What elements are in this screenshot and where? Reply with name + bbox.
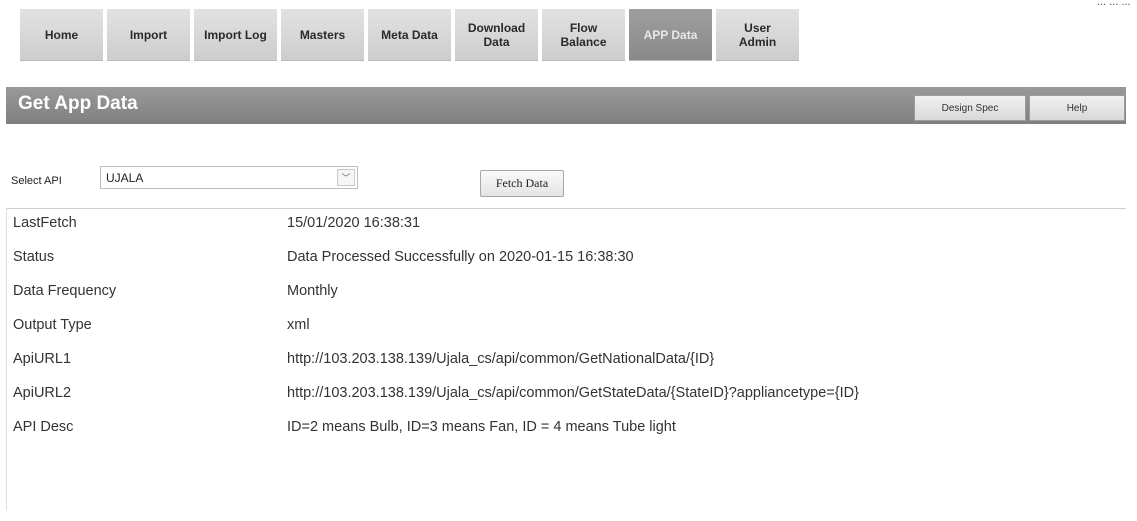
detail-key: Status (13, 249, 55, 265)
detail-value: http://103.203.138.139/Ujala_cs/api/comm… (287, 385, 859, 401)
nav-flow-balance[interactable]: Flow Balance (542, 9, 625, 61)
nav-home[interactable]: Home (20, 9, 103, 61)
nav-masters[interactable]: Masters (281, 9, 364, 61)
detail-row-api-desc: API Desc ID=2 means Bulb, ID=3 means Fan… (7, 419, 1117, 443)
page-title-bar: Get App Data Design Spec Help (6, 87, 1126, 124)
detail-key: ApiURL2 (13, 385, 72, 401)
detail-key: API Desc (13, 419, 74, 435)
nav-import-log[interactable]: Import Log (194, 9, 277, 61)
detail-key: ApiURL1 (13, 351, 72, 367)
detail-row-last-fetch: LastFetch 15/01/2020 16:38:31 (7, 215, 1117, 239)
detail-key: Output Type (13, 317, 92, 333)
nav-import[interactable]: Import (107, 9, 190, 61)
api-details-panel: LastFetch 15/01/2020 16:38:31 Status Dat… (6, 208, 1126, 510)
select-api-dropdown[interactable]: UJALA ﹀ (100, 166, 358, 189)
main-nav: Home Import Import Log Masters Meta Data… (20, 9, 799, 61)
app-page: ... ... ... Home Import Import Log Maste… (0, 0, 1137, 521)
chevron-down-icon[interactable]: ﹀ (337, 169, 355, 186)
design-spec-button[interactable]: Design Spec (914, 95, 1026, 121)
detail-value: http://103.203.138.139/Ujala_cs/api/comm… (287, 351, 715, 367)
page-title: Get App Data (18, 93, 138, 114)
detail-value: 15/01/2020 16:38:31 (287, 215, 421, 231)
detail-row-data-frequency: Data Frequency Monthly (7, 283, 1117, 307)
nav-meta-data[interactable]: Meta Data (368, 9, 451, 61)
nav-user-admin[interactable]: User Admin (716, 9, 799, 61)
detail-value: Data Processed Successfully on 2020-01-1… (287, 249, 634, 265)
detail-row-status: Status Data Processed Successfully on 20… (7, 249, 1117, 273)
detail-key: LastFetch (13, 215, 77, 231)
select-api-label: Select API (11, 175, 62, 187)
help-button[interactable]: Help (1029, 95, 1125, 121)
fetch-data-button[interactable]: Fetch Data (480, 170, 564, 197)
select-api-value: UJALA (106, 171, 144, 185)
top-right-text: ... ... ... (1097, 0, 1131, 8)
detail-row-api-url-1: ApiURL1 http://103.203.138.139/Ujala_cs/… (7, 351, 1117, 375)
detail-row-api-url-2: ApiURL2 http://103.203.138.139/Ujala_cs/… (7, 385, 1117, 409)
detail-value: Monthly (287, 283, 338, 299)
detail-value: xml (287, 317, 310, 333)
detail-value: ID=2 means Bulb, ID=3 means Fan, ID = 4 … (287, 419, 676, 435)
detail-row-output-type: Output Type xml (7, 317, 1117, 341)
nav-download-data[interactable]: Download Data (455, 9, 538, 61)
detail-key: Data Frequency (13, 283, 117, 299)
nav-app-data[interactable]: APP Data (629, 9, 712, 61)
